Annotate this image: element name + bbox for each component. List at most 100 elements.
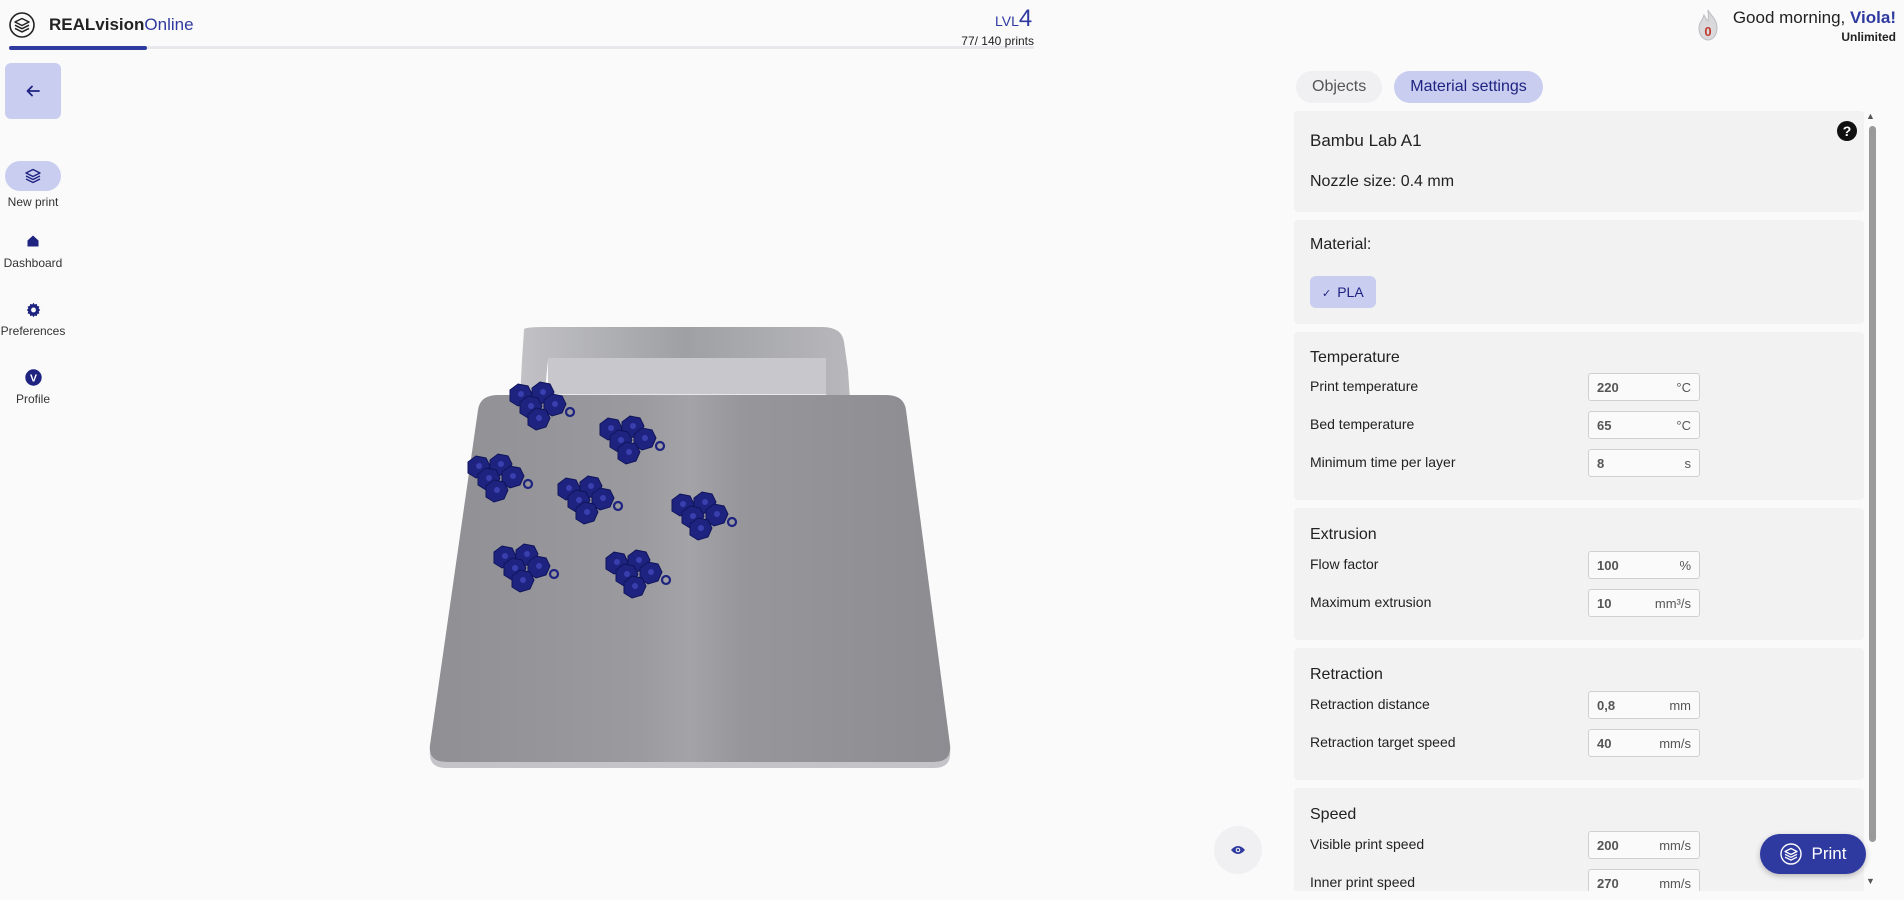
layers-logo-icon[interactable] <box>9 12 35 38</box>
avatar-icon: V <box>5 366 61 388</box>
printed-part-hole <box>510 473 516 479</box>
printed-part-hole <box>702 499 708 505</box>
retraction-distance-input[interactable]: 0,8 mm <box>1588 691 1700 719</box>
sidebar-item-preferences[interactable]: Preferences <box>0 298 66 338</box>
panel-scrollbar[interactable] <box>1869 126 1876 842</box>
visible-print-speed-label: Visible print speed <box>1310 836 1425 852</box>
bed-temperature-input[interactable]: 65 °C <box>1588 411 1700 439</box>
prints-count: 77/ 140 prints <box>961 34 1034 48</box>
back-button[interactable] <box>5 63 61 119</box>
printed-part-hole <box>536 415 542 421</box>
streak-count: 0 <box>1704 24 1712 39</box>
printed-part-hole <box>632 583 638 589</box>
scroll-up-arrow-icon[interactable]: ▲ <box>1866 111 1875 121</box>
greeting: Good morning, Viola! <box>1732 8 1896 27</box>
printed-part-hole <box>502 553 508 559</box>
section-title: Retraction <box>1310 666 1383 683</box>
level-indicator: LVL4 <box>995 5 1033 32</box>
section-title: Extrusion <box>1310 526 1377 543</box>
flow-factor-label: Flow factor <box>1310 556 1379 572</box>
app-header: REALvisionOnline LVL4 77/ 140 prints 0 G… <box>0 0 1904 52</box>
eye-icon <box>1231 846 1245 854</box>
printed-part-hole <box>624 571 630 577</box>
print-temperature-label: Print temperature <box>1310 378 1419 394</box>
nozzle-size: Nozzle size: 0.4 mm <box>1310 173 1455 190</box>
printed-part-hole <box>618 437 624 443</box>
printed-part-hole <box>584 509 590 515</box>
min-layer-time-input[interactable]: 8s <box>1588 449 1700 477</box>
printed-part-hole <box>588 483 594 489</box>
section-title: Temperature <box>1310 349 1400 366</box>
printed-part-hole <box>476 463 482 469</box>
printed-part-hole <box>608 425 614 431</box>
max-extrusion-label: Maximum extrusion <box>1310 594 1432 610</box>
prints-progress-fill <box>9 46 147 50</box>
temperature-card: Temperature Print temperature 220 °C Bed … <box>1294 332 1864 500</box>
layers-icon <box>5 161 61 191</box>
min-layer-time-label: Minimum time per layer <box>1310 454 1456 470</box>
prints-progress-bar <box>9 46 1034 50</box>
printed-part-hole <box>614 559 620 565</box>
printed-part-hole <box>714 511 720 517</box>
extrusion-card: Extrusion Flow factor 100% Maximum extru… <box>1294 508 1864 640</box>
sidebar-item-label: Profile <box>15 392 50 406</box>
printed-part-hole <box>566 485 572 491</box>
printed-part-hole <box>648 569 654 575</box>
printed-part-hole <box>698 525 704 531</box>
printed-part-hole <box>636 557 642 563</box>
printed-part-hole <box>626 449 632 455</box>
build-plate-viewer[interactable] <box>370 320 990 850</box>
material-settings-panel: Bambu Lab A1 Nozzle size: 0.4 mm Materia… <box>1294 111 1864 891</box>
retraction-speed-label: Retraction target speed <box>1310 734 1456 750</box>
arrow-left-icon <box>26 85 40 97</box>
sidebar-item-label: New print <box>7 195 59 209</box>
help-icon[interactable]: ? <box>1837 121 1857 141</box>
visible-print-speed-input[interactable]: 200 mm/s <box>1588 831 1700 859</box>
printed-part-hole <box>524 551 530 557</box>
print-temperature-input[interactable]: 220 °C <box>1588 373 1700 401</box>
printed-part-hole <box>552 401 558 407</box>
print-button[interactable]: Print <box>1760 834 1866 874</box>
retraction-speed-input[interactable]: 40 mm/s <box>1588 729 1700 757</box>
printed-part-hole <box>486 475 492 481</box>
printed-part-hole <box>494 487 500 493</box>
tab-objects[interactable]: Objects <box>1296 71 1383 103</box>
printed-part-hole <box>630 423 636 429</box>
printed-part-hole <box>528 403 534 409</box>
material-title: Material: <box>1310 236 1372 253</box>
printed-part-hole <box>642 435 648 441</box>
scroll-down-arrow-icon[interactable]: ▼ <box>1866 876 1875 886</box>
printer-card: Bambu Lab A1 Nozzle size: 0.4 mm <box>1294 111 1864 212</box>
printed-part-hole <box>600 495 606 501</box>
panel-tabs: Objects Material settings <box>1296 71 1543 103</box>
avatar-letter: V <box>29 372 36 384</box>
sidebar-item-profile[interactable]: V Profile <box>0 366 66 406</box>
section-title: Speed <box>1310 806 1357 823</box>
gear-icon <box>5 298 61 320</box>
max-extrusion-input[interactable]: 10 mm³/s <box>1588 589 1700 617</box>
check-icon: ✓ <box>1322 288 1332 300</box>
home-icon <box>5 230 61 252</box>
sidebar-item-new-print[interactable]: New print <box>0 161 66 209</box>
tab-material-settings[interactable]: Material settings <box>1394 71 1543 103</box>
printed-part-hole <box>680 501 686 507</box>
printed-part-hole <box>576 497 582 503</box>
flow-factor-input[interactable]: 100% <box>1588 551 1700 579</box>
inner-print-speed-input[interactable]: 270 mm/s <box>1588 869 1700 891</box>
layers-icon <box>1779 843 1802 865</box>
plan-label: Unlimited <box>1841 30 1896 44</box>
print-button-label: Print <box>1811 844 1847 863</box>
material-chip-pla[interactable]: ✓ PLA <box>1310 276 1376 308</box>
printed-part-hole <box>512 565 518 571</box>
sidebar-item-label: Dashboard <box>3 256 63 270</box>
printer-name: Bambu Lab A1 <box>1310 131 1422 150</box>
printed-part-hole <box>518 391 524 397</box>
brand-name[interactable]: REALvisionOnline <box>49 15 194 35</box>
printed-part-hole <box>520 577 526 583</box>
sidebar-item-dashboard[interactable]: Dashboard <box>0 230 66 270</box>
printed-part-hole <box>536 563 542 569</box>
view-toggle-button[interactable] <box>1214 826 1262 874</box>
sidebar-item-label: Preferences <box>0 324 66 338</box>
printed-part-hole <box>690 513 696 519</box>
material-card: Material: ✓ PLA <box>1294 220 1864 324</box>
